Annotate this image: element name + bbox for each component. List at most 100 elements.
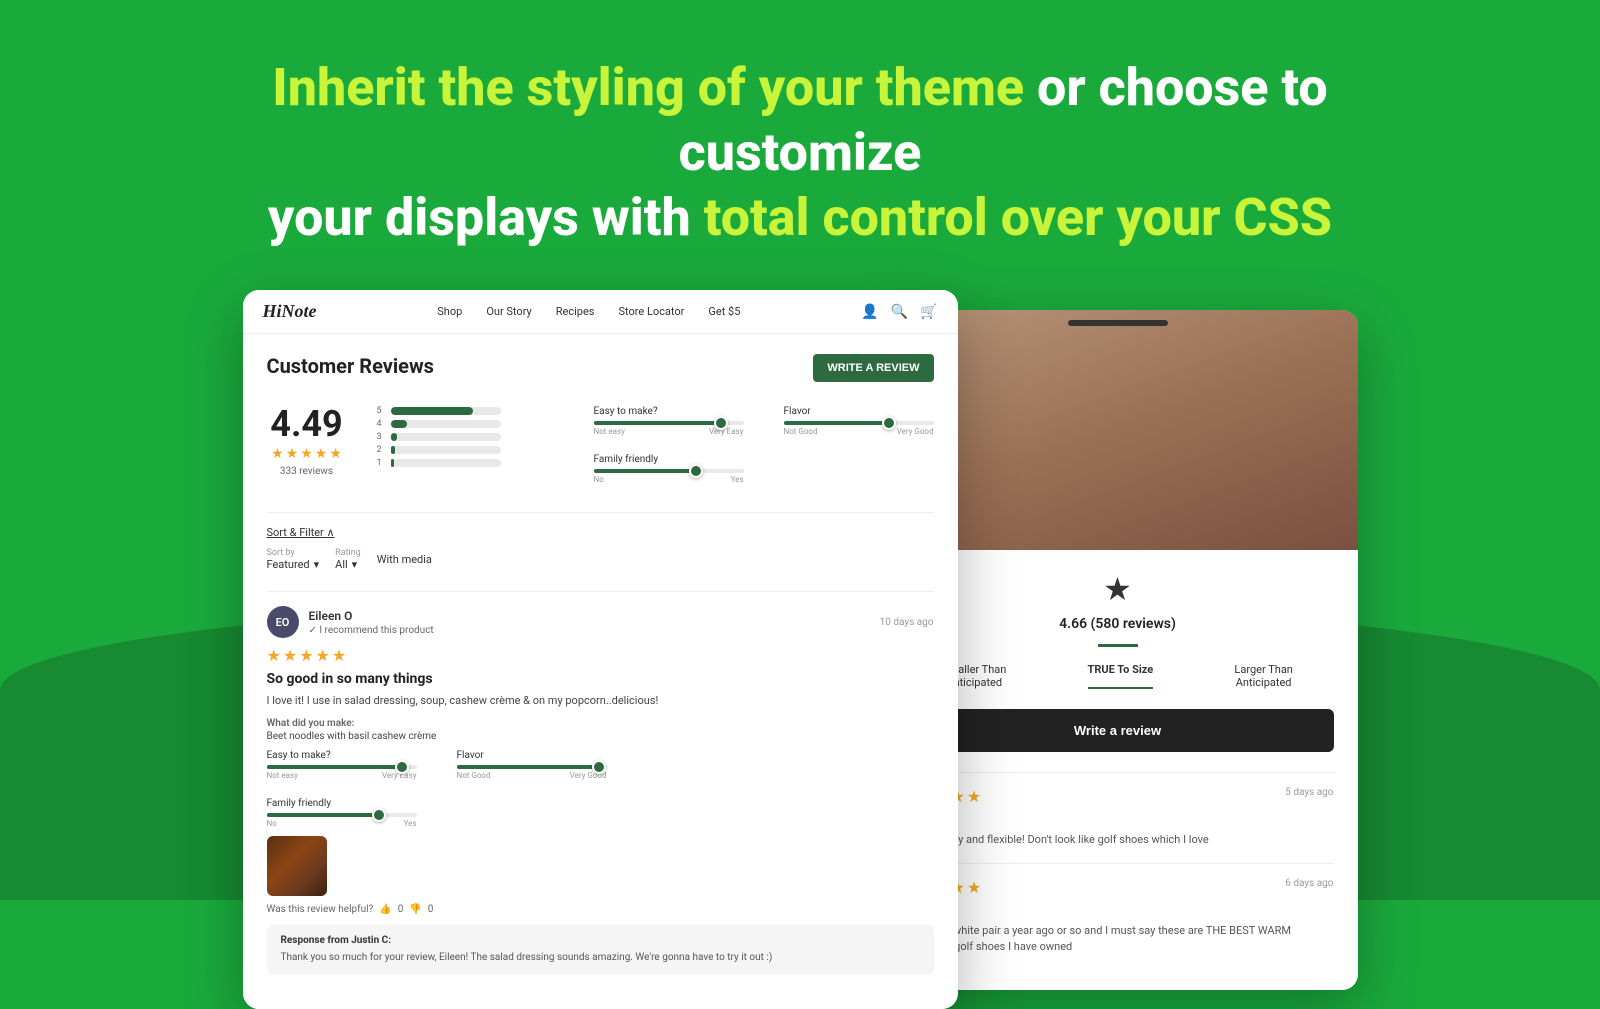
cart-icon[interactable]: 🛒 [920,304,937,320]
bar-row-3: 3 [377,432,564,442]
attr-easy-left: Not easy [594,427,625,436]
reviewer-info-1: EO Eileen O ✓ I recommend this product [267,606,434,638]
rs1: ★ [267,646,281,665]
nav-our-story[interactable]: Our Story [486,305,531,318]
sort-by-select[interactable]: Featured ▾ [267,558,320,571]
rating-select[interactable]: All ▾ [335,558,361,571]
review-attrs: Easy to make? Not easy Very Easy Flavor [267,750,934,792]
sort-by-value: Featured [267,558,310,571]
nav-icons: 👤 🔍 🛒 [861,304,937,320]
reviews-title: Customer Reviews [267,354,434,378]
right-review-header-1: ★ ★ ★ ★ ★ 5 days ago [902,787,1334,806]
review-family-ends: No Yes [267,819,417,828]
right-review-header-2: ★ ★ ★ ★ ★ 6 days ago [902,878,1334,897]
review-easy-left: Not easy [267,771,298,780]
header-section: Inherit the styling of your theme or cho… [0,0,1600,290]
screenshots-container: HiNote Shop Our Story Recipes Store Loca… [0,290,1600,1009]
review-family-left: No [267,819,277,828]
attr-flavor-fill [784,421,889,425]
size-fit-row: Smaller ThanAnticipated TRUE To Size Lar… [902,663,1334,689]
right-reviewer-name-1: kevin s [902,812,1334,826]
attr-flavor-ends: Not Good Very Good [784,427,934,436]
nav-recipes[interactable]: Recipes [556,305,595,318]
bar-row-2: 2 [377,445,564,455]
sort-by-group: Sort by Featured ▾ [267,548,320,571]
write-review-button[interactable]: WRITE A REVIEW [813,354,933,382]
review-easy-thumb [395,760,409,774]
search-icon[interactable]: 🔍 [891,304,908,320]
nav-get5[interactable]: Get $5 [708,305,740,318]
reviewer-details-1: Eileen O ✓ I recommend this product [309,609,434,636]
review-easy: Easy to make? Not easy Very Easy [267,750,417,780]
review-family-track [267,813,417,817]
review-image-inner [267,836,327,896]
review-flavor-ends: Not Good Very Good [457,771,607,780]
review-flavor-fill [457,765,600,769]
recommend-text-1: ✓ I recommend this product [309,625,434,636]
attr-flavor-thumb [882,416,896,430]
star-5: ★ [329,446,342,462]
review-flavor-left: Not Good [457,771,491,780]
review-date-1: 10 days ago [880,617,934,628]
response-label: Response from Justin C: [281,935,920,946]
review-family-right: Yes [404,819,417,828]
right-review-text-1: Super comfy and flexible! Don't look lik… [902,832,1334,849]
review-image-1 [267,836,327,896]
attr-easy-thumb [714,416,728,430]
nav-shop[interactable]: Shop [437,305,462,318]
rrs5: ★ [967,787,981,806]
attr-family-thumb [689,464,703,478]
right-reviewer-name-2: Philip O [902,903,1334,917]
review-family-label: Family friendly [267,798,934,809]
nav-bar: HiNote Shop Our Story Recipes Store Loca… [243,290,958,334]
review-flavor-track [457,765,607,769]
attr-family-ends: No Yes [594,475,744,484]
bar-track-5 [391,407,501,415]
right-review-date-2: 6 days ago [1285,878,1333,889]
review-family: Family friendly No Yes [267,798,934,828]
bar-row-4: 4 [377,419,564,429]
right-star-icon: ★ [902,570,1334,608]
thumbs-down-icon[interactable]: 👎 [409,904,421,915]
account-icon[interactable]: 👤 [861,304,878,320]
bar-fill-5 [391,407,474,415]
bar-track-1 [391,459,501,467]
bar-label-5: 5 [377,406,385,416]
attr-family: Family friendly No Yes [594,454,934,484]
stars-row: ★ ★ ★ ★ ★ [267,446,347,462]
response-box: Response from Justin C: Thank you so muc… [267,925,934,975]
thumbs-up-count: 0 [398,904,404,915]
star-1: ★ [271,446,284,462]
review-made-value: Beet noodles with basil cashew crème [267,731,934,742]
right-review-1: ★ ★ ★ ★ ★ 5 days ago kevin s Super comfy… [902,772,1334,863]
nav-store-locator[interactable]: Store Locator [618,305,684,318]
attr-easy-track [594,421,744,425]
thumbs-up-icon[interactable]: 👍 [379,904,391,915]
bar-track-4 [391,420,501,428]
attr-flavor-track [784,421,934,425]
header-line2-highlight: total control over your CSS [704,187,1332,248]
sort-filter-link[interactable]: Sort & Filter ∧ [267,526,335,539]
right-review-text-2: I bought a white pair a year ago or so a… [902,923,1334,956]
bar-fill-1 [391,459,394,467]
with-media[interactable]: With media [377,553,432,566]
write-review-right-button[interactable]: Write a review [902,709,1334,752]
response-text: Thank you so much for your review, Eilee… [281,950,920,965]
rating-value: All [335,558,348,571]
rating-number: 4.49 [267,406,347,442]
nav-links: Shop Our Story Recipes Store Locator Get… [437,305,740,318]
star-3: ★ [300,446,313,462]
helpful-text: Was this review helpful? [267,904,374,915]
rs5: ★ [332,646,346,665]
nav-logo: HiNote [263,301,317,322]
header-text: Inherit the styling of your theme or cho… [160,55,1440,250]
review-title-1: So good in so many things [267,671,934,687]
attr-easy-fill [594,421,722,425]
header-line2-white: your displays with [268,187,704,248]
bar-fill-4 [391,420,408,428]
review-stars-1: ★ ★ ★ ★ ★ [267,646,934,665]
rs4: ★ [316,646,330,665]
rating-label: Rating [335,548,361,558]
star-2: ★ [286,446,299,462]
size-fit-larger: Larger ThanAnticipated [1234,663,1292,689]
